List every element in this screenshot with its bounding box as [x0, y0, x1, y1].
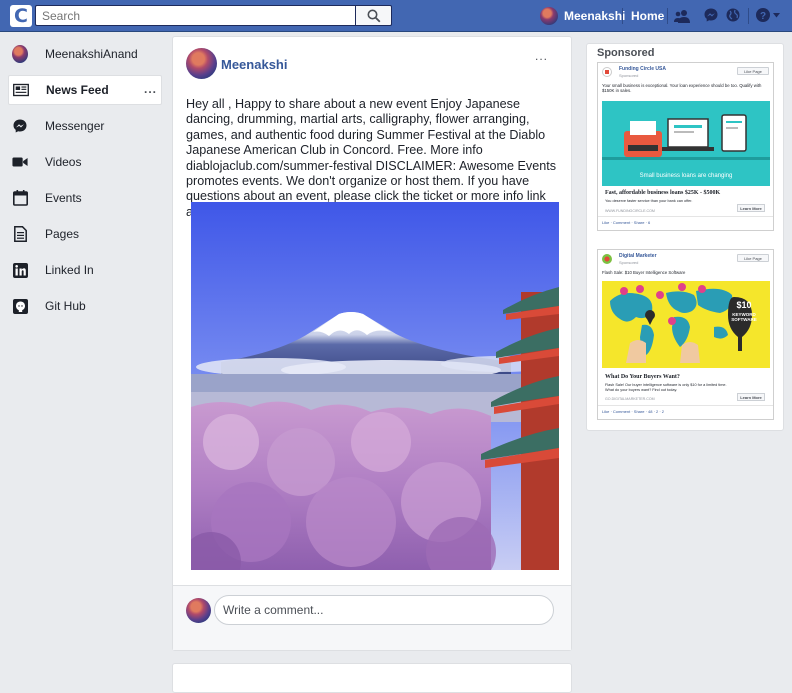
sidebar-item-label: Messenger	[45, 119, 105, 133]
newspaper-icon	[13, 83, 29, 97]
home-link[interactable]: Home	[631, 9, 664, 23]
banner-software: SOFTWARE	[731, 317, 757, 322]
typewriter-laptop-tablet-illustration	[602, 114, 770, 160]
nav-divider	[667, 8, 668, 24]
ad-banner[interactable]: Small business loans are changing	[602, 101, 770, 186]
avatar	[12, 45, 28, 63]
ad-description: You deserve faster service than your ban…	[605, 199, 693, 203]
ad-actions[interactable]: Like · Comment · Share · 48 · 2 · 2	[602, 409, 664, 414]
nav-divider	[748, 8, 749, 24]
ad-description: Flash Sale! Our buyer intelligence softw…	[605, 383, 727, 392]
advertiser-logo	[602, 67, 612, 77]
globe-icon[interactable]	[725, 7, 741, 23]
chevron-down-icon[interactable]	[773, 13, 780, 18]
more-options-button[interactable]: ...	[144, 82, 157, 96]
app-logo[interactable]: C	[10, 5, 32, 27]
avatar	[186, 598, 211, 623]
sponsored-label: Sponsored	[619, 73, 639, 78]
divider	[598, 405, 773, 406]
ad-card[interactable]: Digital Marketer Sponsored Like Page Fla…	[597, 249, 774, 420]
ad-headline[interactable]: What Do Your Buyers Want?	[605, 374, 680, 380]
sidebar-item-profile[interactable]: MeenakshiAnand	[8, 39, 162, 69]
ad-url: WWW.FUNDINGCIRCLE.COM	[605, 209, 655, 213]
svg-text:?: ?	[760, 11, 766, 22]
sidebar-item-pages[interactable]: Pages	[8, 219, 162, 249]
sidebar-item-label: Videos	[45, 155, 82, 169]
like-page-label: Like Page	[744, 69, 762, 74]
like-page-button[interactable]: Like Page	[737, 67, 769, 75]
sidebar-item-label: Linked In	[45, 263, 94, 277]
avatar[interactable]	[186, 48, 217, 79]
world-map-keyword-illustration	[610, 283, 752, 363]
profile-link[interactable]: Meenakshi	[540, 6, 625, 26]
mount-fuji-photo	[191, 202, 559, 570]
sidebar-item-linkedin[interactable]: Linked In	[8, 255, 162, 285]
learn-more-label: Learn More	[740, 206, 762, 211]
sponsored-label: Sponsored	[619, 260, 639, 265]
friend-requests-icon[interactable]	[673, 7, 691, 25]
advertiser-name[interactable]: Digital Marketer	[619, 253, 657, 259]
top-bar: C Meenakshi Home ?	[0, 0, 792, 32]
avatar	[540, 7, 558, 25]
advertiser-logo	[602, 254, 612, 264]
sidebar-item-label: Events	[45, 191, 82, 205]
ad-actions[interactable]: Like · Comment · Share · 6	[602, 220, 650, 225]
calendar-icon	[12, 190, 28, 206]
messenger-icon[interactable]	[703, 7, 719, 23]
like-page-button[interactable]: Like Page	[737, 254, 769, 262]
search-icon	[367, 9, 381, 23]
profile-name: Meenakshi	[564, 9, 626, 23]
github-icon	[12, 298, 28, 314]
sidebar-item-label: Pages	[45, 227, 80, 241]
advertiser-name[interactable]: Funding Circle USA	[619, 66, 666, 72]
help-icon[interactable]: ?	[755, 7, 771, 23]
sidebar-item-github[interactable]: Git Hub	[8, 291, 162, 321]
learn-more-label: Learn More	[740, 395, 762, 400]
sponsored-panel: Sponsored Funding Circle USA Sponsored L…	[586, 43, 784, 431]
search-input[interactable]	[35, 5, 356, 26]
learn-more-button[interactable]: Learn More	[737, 204, 765, 212]
ad-url: GO.DIGITALMARKETER.COM	[605, 397, 655, 401]
sidebar-item-news-feed[interactable]: News Feed ...	[8, 75, 162, 105]
divider	[598, 216, 773, 217]
messenger-icon	[13, 119, 27, 133]
learn-more-button[interactable]: Learn More	[737, 393, 765, 401]
like-page-label: Like Page	[744, 256, 762, 261]
feed-post: Meenakshi ... Hey all , Happy to share a…	[172, 36, 572, 651]
post-author[interactable]: Meenakshi	[221, 57, 287, 72]
sponsored-title: Sponsored	[597, 47, 655, 59]
banner-price: $10	[736, 300, 752, 310]
linkedin-icon	[12, 262, 28, 278]
post-photo[interactable]	[191, 202, 559, 570]
sidebar-item-label: Git Hub	[45, 299, 86, 313]
comment-composer	[173, 586, 571, 650]
sidebar-item-messenger[interactable]: Messenger	[8, 111, 162, 141]
sidebar-item-videos[interactable]: Videos	[8, 147, 162, 177]
comment-input[interactable]	[214, 595, 554, 625]
ad-body-text: Your small business is exceptional. Your…	[602, 83, 762, 94]
ad-headline[interactable]: Fast, affordable business loans $25K - $…	[605, 190, 720, 196]
document-icon	[13, 226, 27, 242]
next-feed-post	[172, 663, 572, 693]
ad-banner[interactable]: $10 KEYWORD SOFTWARE	[602, 281, 770, 368]
sidebar-item-label: MeenakshiAnand	[45, 47, 138, 61]
nav-divider	[622, 8, 623, 24]
ad-banner-text: Small business loans are changing	[639, 173, 733, 179]
search-button[interactable]	[355, 5, 392, 26]
post-options-button[interactable]: ...	[535, 49, 548, 63]
ad-body-text: Flash Sale: $10 Buyer Intelligence Softw…	[602, 270, 686, 275]
video-camera-icon	[12, 157, 28, 167]
sidebar-item-label: News Feed	[46, 83, 109, 97]
ad-card[interactable]: Funding Circle USA Sponsored Like Page Y…	[597, 62, 774, 231]
sidebar-item-events[interactable]: Events	[8, 183, 162, 213]
funding-circle-logo-icon	[605, 70, 609, 74]
